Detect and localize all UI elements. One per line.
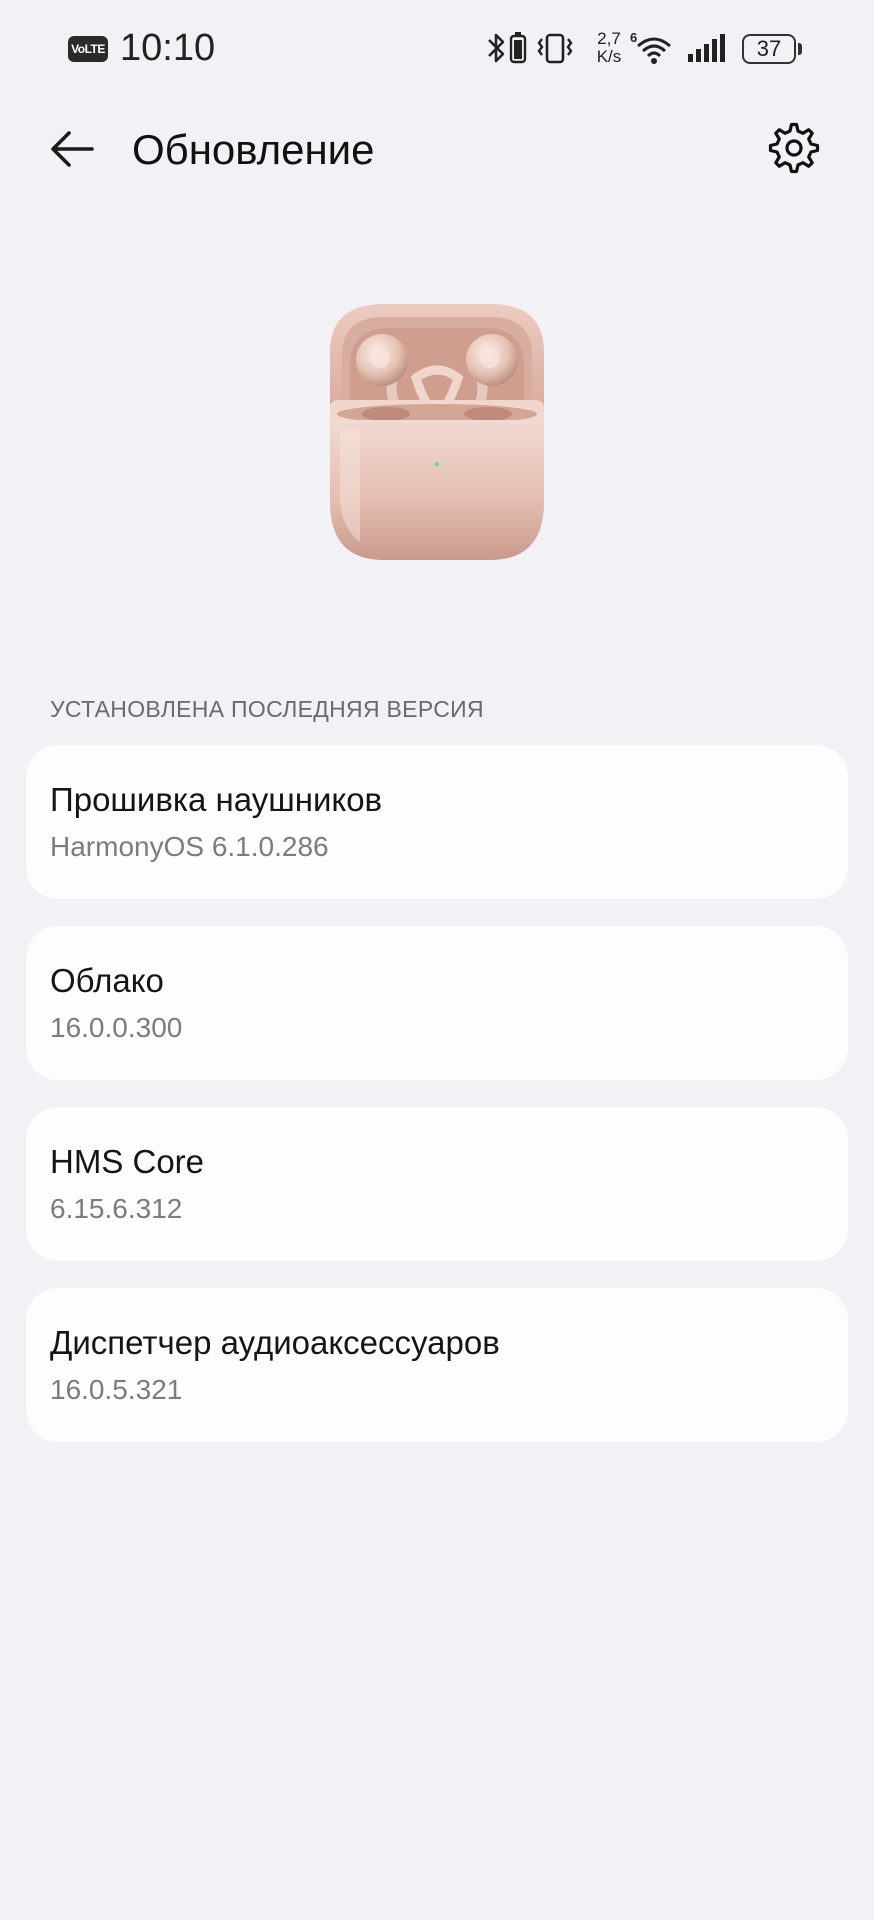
earbuds-case-image (320, 292, 554, 572)
net-speed-unit: K/s (596, 47, 622, 66)
status-time: 10:10 (120, 27, 216, 69)
bluetooth-icon (488, 33, 505, 63)
item-version: HarmonyOS 6.1.0.286 (50, 831, 329, 862)
arrow-left-icon (51, 131, 94, 167)
net-speed-value: 2,7 (597, 29, 621, 48)
volte-icon: VoLTE (68, 36, 108, 62)
net-speed: 2,7 K/s (592, 30, 626, 66)
item-title: Облако (50, 962, 164, 999)
item-title: Диспетчер аудиоаксессуаров (50, 1324, 500, 1361)
wifi-6-icon: 6 (630, 30, 671, 64)
item-version: 6.15.6.312 (50, 1193, 183, 1224)
signal-icon (688, 34, 725, 62)
svg-text:6: 6 (630, 30, 637, 45)
headset-battery-icon (509, 32, 527, 64)
section-header: УСТАНОВЛЕНА ПОСЛЕДНЯЯ ВЕРСИЯ (50, 696, 484, 722)
item-version: 16.0.0.300 (50, 1012, 183, 1043)
list-item[interactable]: HMS Core 6.15.6.312 (26, 1107, 848, 1261)
status-bar: VoLTE 10:10 2,7 K/s 6 37 (0, 0, 874, 100)
list-item[interactable]: Диспетчер аудиоаксессуаров 16.0.5.321 (26, 1288, 848, 1442)
gear-icon (768, 122, 820, 174)
battery-tip (798, 43, 802, 55)
list-item[interactable]: Прошивка наушников HarmonyOS 6.1.0.286 (26, 745, 848, 899)
vibrate-icon (537, 33, 573, 64)
back-button[interactable] (44, 118, 104, 178)
list-item[interactable]: Облако 16.0.0.300 (26, 926, 848, 1080)
page-title: Обновление (132, 126, 375, 173)
settings-button[interactable] (766, 120, 822, 176)
item-title: HMS Core (50, 1143, 205, 1180)
item-title: Прошивка наушников (50, 781, 383, 818)
item-version: 16.0.5.321 (50, 1374, 183, 1405)
battery-icon: 37 (742, 34, 796, 64)
